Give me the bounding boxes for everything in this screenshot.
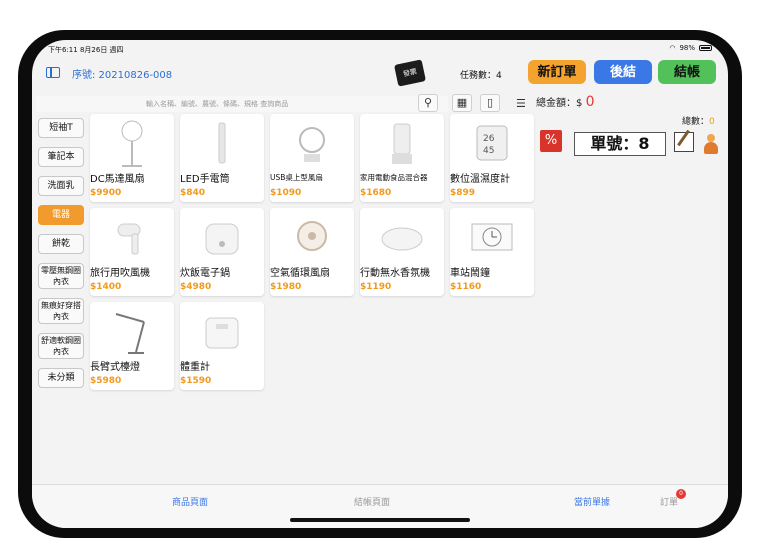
product-card[interactable]: 車站鬧鐘 $1160 — [450, 208, 534, 296]
barcode-scan-icon[interactable]: ▦ — [452, 94, 472, 112]
search-icon[interactable]: ⚲ — [418, 94, 438, 112]
product-name: 長臂式檯燈 — [90, 362, 140, 373]
svg-text:26: 26 — [483, 134, 495, 144]
hygrometer-icon: 26 45 — [468, 118, 516, 170]
status-bar: 下午6:11 8月26日 週四 ◠ 98% — [32, 40, 728, 56]
desk-lamp-icon — [108, 306, 156, 358]
product-price: $899 — [450, 188, 476, 198]
category-item[interactable]: 筆記本 — [38, 147, 84, 167]
product-card[interactable]: 旅行用吹風機 $1400 — [90, 208, 174, 296]
category-item[interactable]: 洗面乳 — [38, 176, 84, 196]
new-order-button[interactable]: 新訂單 — [528, 60, 586, 84]
product-card[interactable]: 家用電動食品混合器 $1680 — [360, 114, 444, 202]
product-price: $4980 — [180, 282, 212, 292]
product-card[interactable]: 體重計 $1590 — [180, 302, 264, 390]
blender-icon — [378, 118, 426, 170]
clock-icon — [468, 212, 516, 264]
battery-icon — [699, 45, 712, 51]
product-card[interactable]: DC馬達風扇 $9900 — [90, 114, 174, 202]
category-item[interactable]: 無痕好穿搭內衣 — [38, 298, 84, 324]
product-name: 體重計 — [180, 362, 210, 373]
post-checkout-button[interactable]: 後結 — [594, 60, 652, 84]
cashier-icon[interactable] — [704, 134, 718, 154]
app-screen: 下午6:11 8月26日 週四 ◠ 98% 序號: 20210826-008 發… — [32, 40, 728, 528]
product-name: 旅行用吹風機 — [90, 268, 150, 279]
product-price: $1400 — [90, 282, 122, 292]
category-item[interactable]: 未分類 — [38, 368, 84, 388]
home-indicator[interactable] — [290, 518, 470, 522]
product-card[interactable]: 26 45 數位溫濕度計 $899 — [450, 114, 534, 202]
tab-checkout[interactable]: 結帳頁面 — [354, 495, 390, 508]
serial-number: 序號: 20210826-008 — [72, 70, 173, 81]
status-right: ◠ 98% — [669, 44, 712, 52]
product-card[interactable]: LED手電筒 $840 — [180, 114, 264, 202]
product-price: $1980 — [270, 282, 302, 292]
battery-label: 98% — [679, 44, 695, 52]
orders-badge: 0 — [676, 489, 686, 499]
product-card[interactable]: 炊飯電子鍋 $4980 — [180, 208, 264, 296]
product-price: $1590 — [180, 376, 212, 386]
category-item[interactable]: 舒適軟鋼圈內衣 — [38, 333, 84, 359]
desk-fan-icon — [288, 118, 336, 170]
svg-text:45: 45 — [483, 146, 494, 156]
product-card[interactable]: 行動無水香氛機 $1190 — [360, 208, 444, 296]
fan-icon — [108, 118, 156, 170]
product-price: $840 — [180, 188, 206, 198]
product-name: DC馬達風扇 — [90, 174, 145, 185]
cashier-body — [704, 142, 718, 154]
top-bar: 序號: 20210826-008 發票 任務數：4 新訂單 後結 結帳 — [32, 56, 728, 92]
product-name: 家用電動食品混合器 — [360, 173, 428, 182]
product-price: $5980 — [90, 376, 122, 386]
category-item[interactable]: 餅乾 — [38, 234, 84, 254]
invoice-stamp-icon[interactable]: 發票 — [394, 59, 426, 87]
count-value: 0 — [709, 117, 715, 127]
total-amount: 總金額：$ 0 — [536, 94, 594, 110]
category-item[interactable]: 零壓無鋼圈內衣 — [38, 263, 84, 289]
product-name: 車站鬧鐘 — [450, 268, 490, 279]
search-input[interactable]: 輸入名稱、編號、農號、條碼、規格 查詢商品 — [36, 96, 448, 112]
product-name: USB桌上型風扇 — [270, 173, 323, 182]
cashier-head — [707, 134, 715, 142]
product-price: $1160 — [450, 282, 482, 292]
order-number: 單號：8 — [574, 132, 666, 156]
scale-icon — [198, 306, 246, 358]
product-price: $1090 — [270, 188, 302, 198]
item-count: 總數：0 — [682, 114, 715, 127]
wifi-icon: ◠ — [669, 44, 676, 52]
phone-scan-icon[interactable]: ▯ — [480, 94, 500, 112]
hair-dryer-icon — [108, 212, 156, 264]
product-name: 空氣循環風扇 — [270, 268, 330, 279]
circulator-fan-icon — [288, 212, 336, 264]
product-card[interactable]: 長臂式檯燈 $5980 — [90, 302, 174, 390]
bill-button[interactable]: 結帳 — [658, 60, 716, 84]
tab-current-receipt[interactable]: 當前單據 — [574, 495, 610, 508]
tab-products[interactable]: 商品頁面 — [172, 495, 208, 508]
category-item-active[interactable]: 電器 — [38, 205, 84, 225]
sidebar-toggle-icon[interactable] — [46, 67, 60, 78]
product-card[interactable]: 空氣循環風扇 $1980 — [270, 208, 354, 296]
total-value: 0 — [585, 94, 595, 110]
filter-icon[interactable]: ☰ — [516, 97, 526, 110]
flashlight-icon — [198, 118, 246, 170]
count-label: 總數： — [682, 117, 710, 127]
diffuser-icon — [378, 212, 426, 264]
product-price: $1680 — [360, 188, 392, 198]
product-name: 炊飯電子鍋 — [180, 268, 230, 279]
product-name: 行動無水香氛機 — [360, 268, 430, 279]
tab-orders[interactable]: 訂單 — [660, 495, 678, 508]
product-name: 數位溫濕度計 — [450, 174, 510, 185]
product-card[interactable]: USB桌上型風扇 $1090 — [270, 114, 354, 202]
task-count: 任務數：4 — [460, 71, 502, 81]
product-price: $9900 — [90, 188, 122, 198]
discount-icon[interactable]: % — [540, 130, 562, 152]
rice-cooker-icon — [198, 212, 246, 264]
note-edit-icon[interactable] — [674, 132, 694, 152]
category-sidebar: 短袖T 筆記本 洗面乳 電器 餅乾 零壓無鋼圈內衣 無痕好穿搭內衣 舒適軟鋼圈內… — [38, 118, 86, 397]
product-price: $1190 — [360, 282, 392, 292]
product-name: LED手電筒 — [180, 174, 230, 185]
status-time: 下午6:11 8月26日 週四 — [48, 46, 124, 54]
total-label: 總金額：$ — [536, 98, 583, 109]
category-item[interactable]: 短袖T — [38, 118, 84, 138]
